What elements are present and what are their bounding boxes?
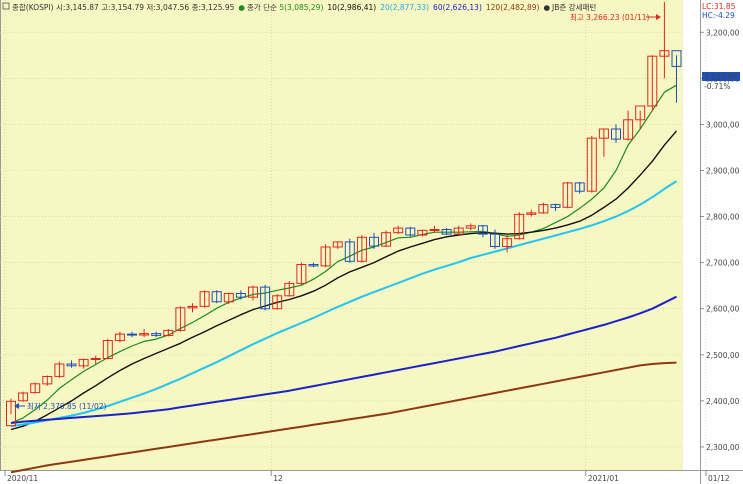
min-annotation: 최저 2,370.85 (11/02) — [27, 401, 107, 411]
time-tick-label: 01/12 — [708, 474, 730, 483]
time-tick-label: 12 — [273, 474, 283, 483]
stock-chart: 2,300,00 2,400,00 2,500,00 2,600,00 2,700,00… — [0, 0, 743, 484]
legend-pattern-dot: ● — [543, 3, 550, 12]
time-axis-ticks: 2020/11 12 2021/01 01/12 — [4, 470, 730, 483]
price-tick-label: 2,700,00 — [706, 259, 740, 268]
plot-background — [0, 0, 683, 470]
hc-label: HC:-4.29 — [702, 11, 735, 20]
last-change-label: -0.71% — [704, 82, 731, 91]
max-annotation: 최고 3,266.23 (01/11) — [570, 12, 650, 22]
legend-ma-title: 종가 단순 — [247, 2, 279, 12]
legend-ma10: 10(2,986,41) — [327, 3, 376, 12]
price-tick-label: 2,300,00 — [706, 443, 740, 452]
price-tick-label: 2,500,00 — [706, 351, 740, 360]
candle-body — [90, 358, 101, 360]
legend-ma60: 60(2,626,13) — [433, 3, 482, 12]
chart-svg: 2,300,00 2,400,00 2,500,00 2,600,00 2,700,00… — [0, 0, 743, 484]
last-price-label: 3,125.95 — [704, 73, 738, 82]
lc-label: LC:31.85 — [702, 2, 736, 11]
legend-ma-dot: ● — [238, 3, 245, 12]
price-tick-label: 3,000,00 — [706, 120, 740, 129]
legend-ma120: 120(2,482,89) — [486, 3, 540, 12]
candle-body — [429, 229, 440, 231]
legend-ohlc: 시:3,145.87 고:3,154.79 저:3,047.56 종:3,125… — [54, 3, 235, 12]
price-tick-label: 2,800,00 — [706, 213, 740, 222]
price-tick-label: 3,200,00 — [706, 28, 740, 37]
legend-pattern: JB준 강세패턴 — [551, 2, 596, 12]
legend-header: 종합(KOSPI) 시:3,145.87 고:3,154.79 저:3,047.… — [12, 2, 596, 12]
legend-ma20: 20(2,877,33) — [380, 3, 429, 12]
legend-ma5: 5(3,085,29) — [279, 3, 323, 12]
legend-name: 종합(KOSPI) — [12, 3, 54, 12]
price-tick-label: 2,400,00 — [706, 397, 740, 406]
price-tick-label: 2,900,00 — [706, 166, 740, 175]
candle-body — [127, 333, 137, 336]
price-tick-label: 2,600,00 — [706, 305, 740, 314]
time-tick-label: 2020/11 — [7, 474, 38, 483]
time-tick-label: 2021/01 — [588, 474, 619, 483]
